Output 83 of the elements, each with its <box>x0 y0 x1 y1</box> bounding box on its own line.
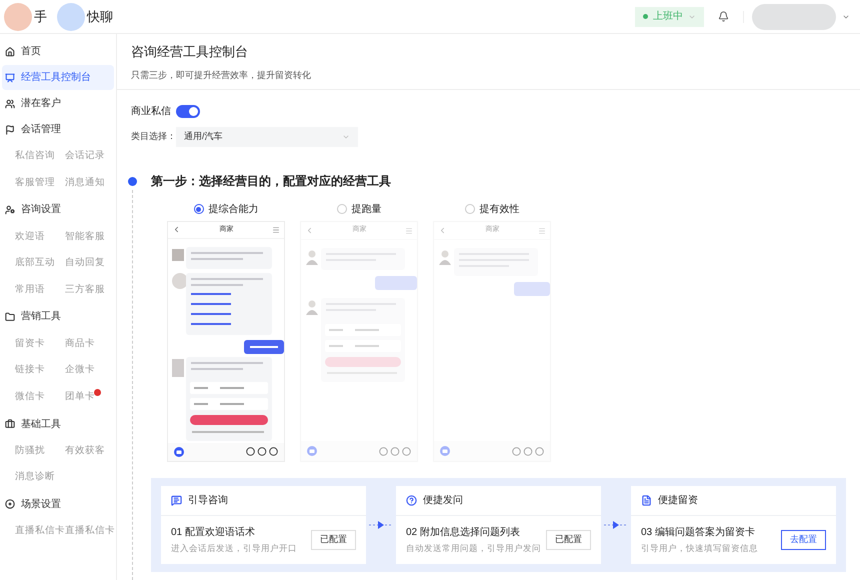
category-label: 类目选择： <box>131 130 176 144</box>
sidebar-subitem[interactable]: 消息通知 <box>65 176 105 190</box>
document-icon <box>641 495 652 506</box>
page-subtitle: 只需三步，即可提升经营效率，提升留资转化 <box>131 68 312 82</box>
sidebar-subitem[interactable]: 链接卡 <box>15 363 45 378</box>
input-icons-drawing <box>512 446 544 456</box>
menu-icon <box>538 226 546 234</box>
tool-description: 引导用户，快速填写留资信息 <box>641 542 758 555</box>
category-select[interactable]: 通用/汽车 <box>176 127 358 147</box>
tool-description: 自动发送常用问题，引导用户发问 <box>406 542 541 555</box>
folder-icon <box>5 312 15 322</box>
back-icon <box>305 226 314 235</box>
sidebar-subitem[interactable]: 智能客服 <box>65 230 105 244</box>
home-icon <box>5 46 15 56</box>
sidebar-subitem[interactable]: 团单卡 <box>65 390 95 404</box>
question-icon <box>406 495 417 506</box>
step-title: 第一步：选择经营目的，配置对应的经营工具 <box>151 173 392 189</box>
configure-button[interactable]: 去配置 <box>781 530 826 550</box>
menu-icon <box>405 226 413 234</box>
briefcase-icon <box>5 419 15 429</box>
tool-title: 02 附加信息选择问题列表 <box>406 526 521 540</box>
sidebar-subitem[interactable]: 商品卡 <box>65 336 95 351</box>
sidebar-item[interactable]: 潜在客户 <box>2 91 114 116</box>
sidebar-item[interactable]: 咨询设置 <box>2 197 114 222</box>
sidebar-subitem[interactable]: 留资卡 <box>15 336 45 351</box>
camera-icon <box>174 446 184 457</box>
sidebar-item[interactable]: 营销工具 <box>2 304 114 330</box>
tool-description: 进入会话后发送，引导用户开口 <box>171 542 297 555</box>
sidebar-subitem[interactable]: 客服管理 <box>15 176 55 190</box>
back-icon <box>172 225 181 234</box>
users-icon <box>5 98 15 108</box>
sidebar-item[interactable]: 首页 <box>2 39 114 64</box>
sidebar-item[interactable]: 基础工具 <box>2 412 114 436</box>
menu-icon <box>272 226 280 234</box>
sidebar-item[interactable]: 场景设置 <box>2 492 114 517</box>
arrow-icon <box>369 521 393 529</box>
sidebar-item[interactable]: 经营工具控制台 <box>2 65 114 90</box>
sidebar-subitem[interactable]: 直播私信卡 <box>65 524 115 538</box>
configure-button[interactable]: 已配置 <box>311 530 356 550</box>
sidebar-subitem[interactable]: 会话记录 <box>65 149 105 164</box>
caret-icon <box>342 133 350 141</box>
sidebar-subitem[interactable]: 防骚扰 <box>15 444 45 458</box>
sidebar-subitem[interactable]: 三方客服 <box>65 282 105 298</box>
input-icons-drawing <box>379 446 411 456</box>
purpose-radio[interactable]: 提有效性 <box>464 203 520 215</box>
sidebar-subitem[interactable]: 自动回复 <box>65 256 105 271</box>
sidebar-item[interactable]: 会话管理 <box>2 117 114 142</box>
purpose-radio[interactable]: 提跑量 <box>336 203 382 215</box>
tool-header: 便捷发问 <box>423 494 463 508</box>
message-icon <box>171 495 182 506</box>
sidebar-subitem[interactable]: 直播私信卡 <box>15 524 65 538</box>
sidebar-subitem[interactable]: 常用语 <box>15 282 45 298</box>
camera-icon <box>440 446 450 456</box>
sidebar-subitem[interactable]: 消息诊断 <box>15 470 55 485</box>
toggle-switch[interactable] <box>176 105 200 118</box>
purpose-radio[interactable]: 提综合能力 <box>194 203 258 215</box>
toggle-label: 商业私信 <box>131 104 171 119</box>
page-title: 咨询经营工具控制台 <box>131 43 249 61</box>
input-icons-drawing <box>246 447 278 456</box>
camera-icon <box>307 446 317 456</box>
logo-text: 手 <box>34 8 47 26</box>
status-dropdown[interactable]: 上班中 <box>635 6 704 26</box>
sidebar-subitem[interactable]: 有效获客 <box>65 444 105 458</box>
logo-text: 快聊 <box>87 8 113 26</box>
tool-header: 便捷留资 <box>658 494 698 508</box>
logo-icon <box>57 2 85 30</box>
sidebar-subitem[interactable]: 底部互动 <box>15 256 55 271</box>
bell-icon[interactable] <box>718 11 729 22</box>
user-gear-icon <box>5 204 15 215</box>
tool-title: 03 编辑问题答案为留资卡 <box>641 526 756 540</box>
sidebar-subitem[interactable]: 微信卡 <box>15 390 45 404</box>
logo-icon <box>4 2 32 30</box>
presentation-icon <box>5 72 15 82</box>
sidebar-subitem[interactable]: 私信咨询 <box>15 149 55 164</box>
back-icon <box>438 226 447 235</box>
disc-icon <box>5 499 15 510</box>
tool-title: 01 配置欢迎语话术 <box>171 526 256 540</box>
tool-header: 引导咨询 <box>188 494 228 508</box>
sidebar-subitem[interactable]: 企微卡 <box>65 363 95 378</box>
arrow-icon <box>604 521 628 529</box>
flag-icon <box>5 124 15 134</box>
configure-button[interactable]: 已配置 <box>546 530 591 550</box>
sidebar-subitem[interactable]: 欢迎语 <box>15 230 45 244</box>
